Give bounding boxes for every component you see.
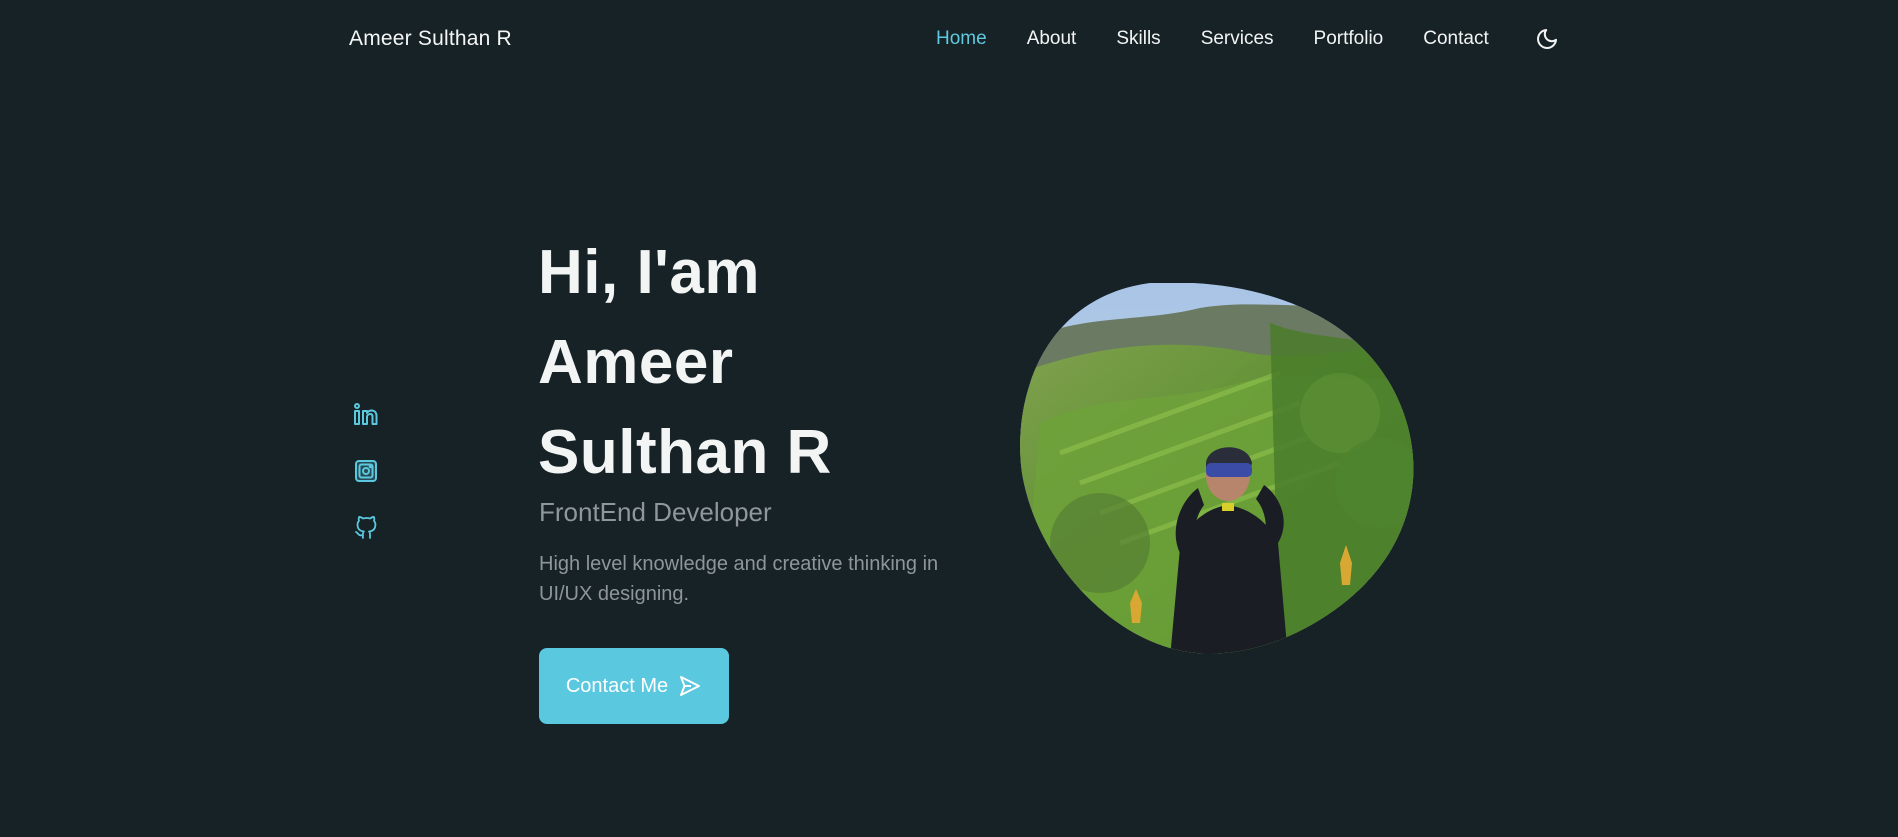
nav-link-skills[interactable]: Skills (1116, 28, 1160, 50)
nav-link-contact[interactable]: Contact (1423, 28, 1488, 50)
nav-link-about[interactable]: About (1027, 28, 1077, 50)
contact-me-button[interactable]: Contact Me (539, 648, 729, 724)
profile-photo (1020, 283, 1414, 654)
github-link[interactable] (352, 516, 380, 540)
nav-link-services[interactable]: Services (1201, 28, 1274, 50)
theme-toggle-button[interactable] (1534, 26, 1560, 52)
instagram-link[interactable] (352, 459, 380, 483)
moon-icon (1537, 29, 1557, 49)
main-nav: Home About Skills Services Portfolio Con… (936, 28, 1529, 50)
hero-description: High level knowledge and creative thinki… (539, 553, 939, 605)
hero-title-line: Hi, I'am (538, 238, 761, 307)
nav-link-portfolio[interactable]: Portfolio (1314, 28, 1384, 50)
contact-me-label: Contact Me (565, 674, 669, 697)
hero-title-line: Sulthan R (538, 418, 832, 487)
linkedin-icon (354, 403, 378, 425)
site-header: Ameer Sulthan R Home About Skills Servic… (0, 0, 1898, 80)
hero-title: Hi, I'am Ameer Sulthan R (538, 228, 832, 498)
github-icon (355, 516, 377, 539)
linkedin-link[interactable] (352, 402, 380, 426)
instagram-icon (355, 460, 377, 482)
hero-subtitle: FrontEnd Developer (539, 497, 772, 527)
site-logo[interactable]: Ameer Sulthan R (349, 27, 512, 51)
send-icon (680, 676, 701, 696)
portfolio-page: Ameer Sulthan R Home About Skills Servic… (0, 0, 1898, 837)
hero-title-line: Ameer (538, 328, 734, 397)
social-links (352, 402, 380, 540)
nav-link-home[interactable]: Home (936, 28, 987, 50)
